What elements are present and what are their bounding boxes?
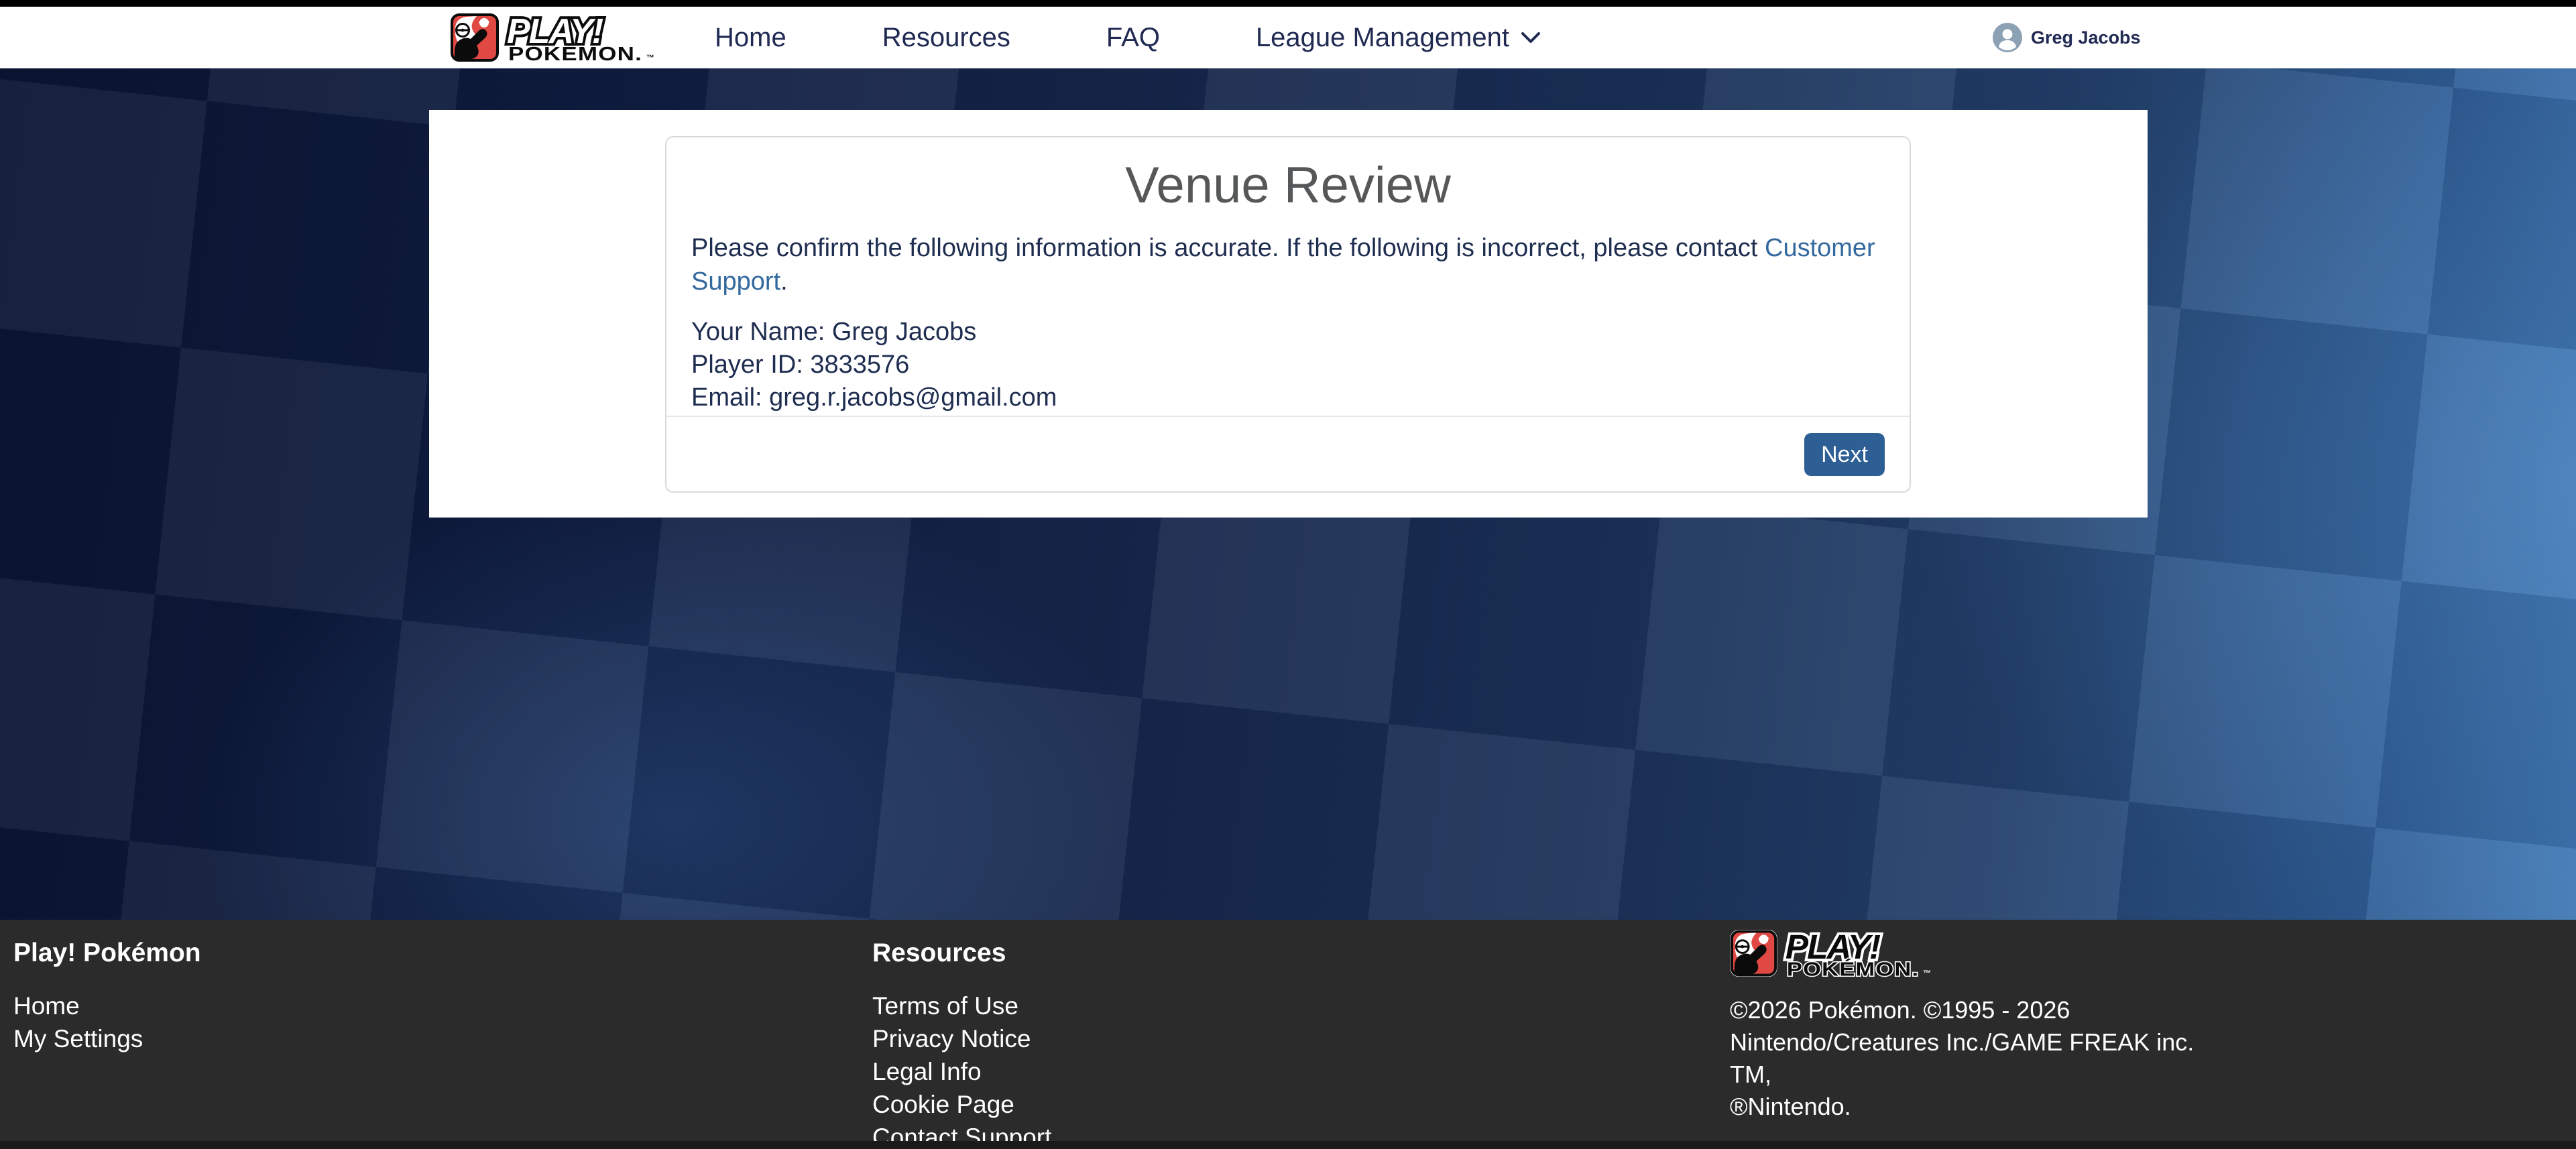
footer-heading-play-pokemon: Play! Pokémon (13, 939, 201, 968)
footer: Play! Pokémon Home My Settings Resources… (0, 920, 2576, 1149)
user-avatar-icon (1993, 23, 2022, 52)
logo-pokemon-text: POKÉMON. (508, 42, 642, 62)
footer-link-terms-of-use[interactable]: Terms of Use (872, 989, 1051, 1022)
venue-review-panel: Venue Review Please confirm the followin… (665, 136, 1911, 493)
logo-tm-mark: ™ (646, 53, 654, 62)
footer-play-pokemon-logo-icon: PLAY! POKÉMON. ™ (1730, 928, 1935, 979)
next-button[interactable]: Next (1804, 433, 1885, 476)
player-info-list: Your Name: Greg Jacobs Player ID: 383357… (691, 316, 1885, 414)
nav-item-faq[interactable]: FAQ (1106, 23, 1160, 53)
footer-link-my-settings[interactable]: My Settings (13, 1022, 201, 1055)
checkered-background: Venue Review Please confirm the followin… (0, 68, 2576, 920)
footer-col-play-pokemon: Play! Pokémon Home My Settings (13, 939, 201, 1055)
svg-text:POKÉMON.: POKÉMON. (1787, 958, 1919, 979)
chevron-down-icon (1520, 31, 1541, 44)
nav-item-league-management[interactable]: League Management (1256, 23, 1541, 53)
user-name-label: Greg Jacobs (2031, 27, 2141, 48)
footer-link-legal-info[interactable]: Legal Info (872, 1055, 1051, 1088)
play-pokemon-logo-icon: PLAY! POKÉMON. ™ (451, 13, 658, 62)
nav-menu: Home Resources FAQ League Management (715, 7, 1541, 68)
page: PLAY! POKÉMON. ™ Home Resources FAQ Leag… (0, 0, 2576, 1149)
content-card: Venue Review Please confirm the followin… (429, 110, 2148, 518)
footer-heading-resources: Resources (872, 939, 1051, 968)
player-name-line: Your Name: Greg Jacobs (691, 316, 1885, 349)
navbar: PLAY! POKÉMON. ™ Home Resources FAQ Leag… (0, 7, 2576, 68)
nav-item-home[interactable]: Home (715, 23, 786, 53)
navbar-brand-logo[interactable]: PLAY! POKÉMON. ™ (451, 13, 658, 62)
footer-link-home[interactable]: Home (13, 989, 201, 1022)
player-email-line: Email: greg.r.jacobs@gmail.com (691, 381, 1885, 414)
bottom-edge-strip (0, 1141, 2576, 1149)
nav-item-resources[interactable]: Resources (882, 23, 1010, 53)
footer-link-privacy-notice[interactable]: Privacy Notice (872, 1022, 1051, 1055)
player-id-line: Player ID: 3833576 (691, 349, 1885, 381)
panel-body: Please confirm the following information… (666, 232, 1910, 414)
footer-link-cookie-page[interactable]: Cookie Page (872, 1088, 1051, 1121)
user-account-chip[interactable]: Greg Jacobs (1993, 7, 2141, 68)
page-title: Venue Review (666, 156, 1910, 215)
footer-col-legal: PLAY! POKÉMON. ™ ©2026 Pokémon. ©1995 - … (1730, 928, 2213, 1123)
copyright-text: ©2026 Pokémon. ©1995 - 2026 Nintendo/Cre… (1730, 994, 2213, 1123)
top-black-strip (0, 0, 2576, 7)
footer-col-resources: Resources Terms of Use Privacy Notice Le… (872, 939, 1051, 1149)
svg-text:™: ™ (1923, 969, 1931, 978)
panel-footer-divider (666, 416, 1910, 417)
confirm-instructions: Please confirm the following information… (691, 232, 1885, 298)
